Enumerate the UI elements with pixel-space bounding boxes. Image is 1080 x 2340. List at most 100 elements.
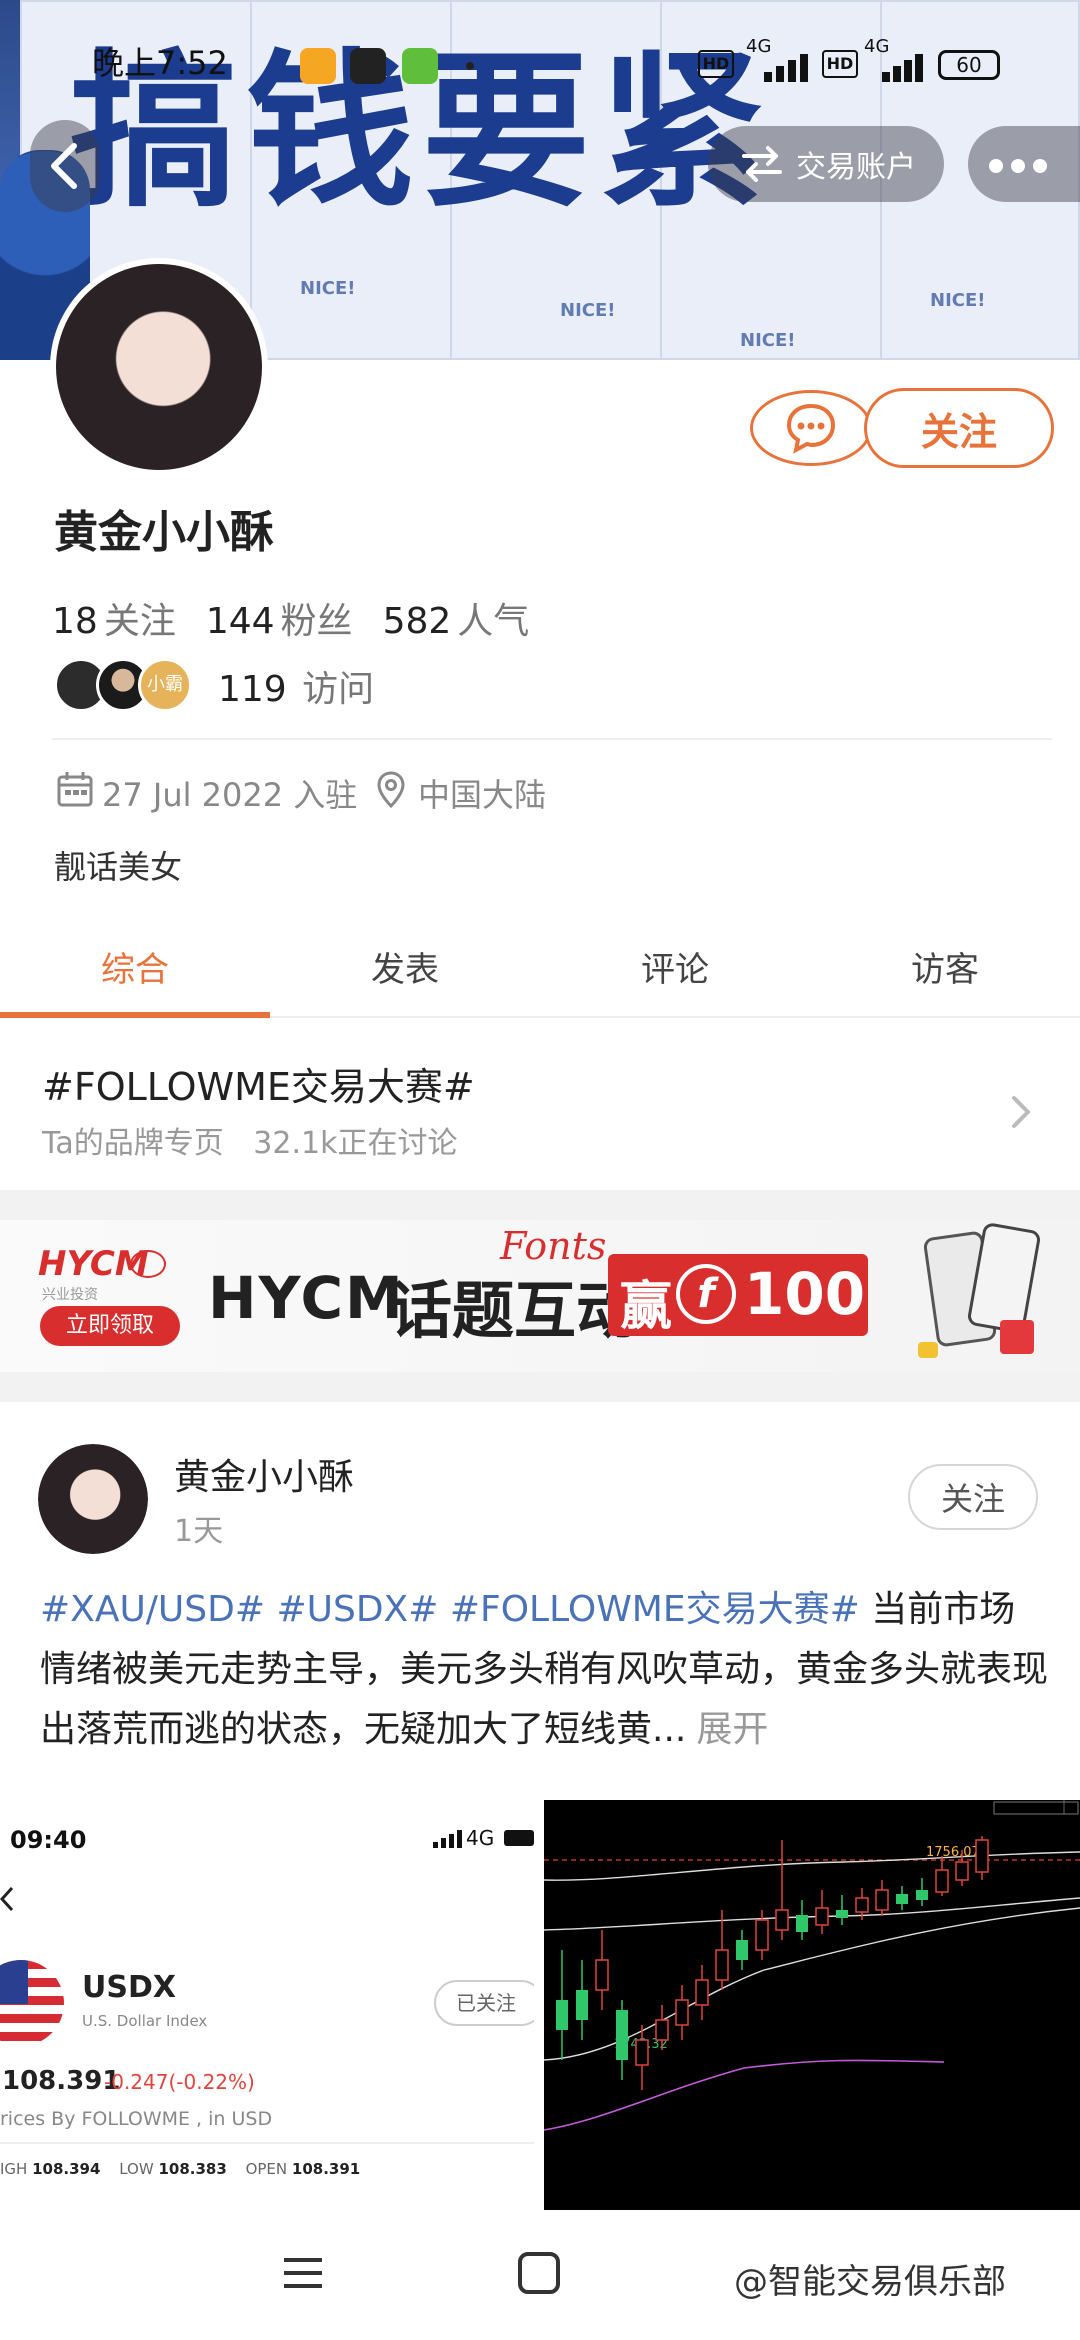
ad-win-text: 赢: [620, 1277, 673, 1337]
img-symbol-name: U.S. Dollar Index: [82, 2012, 208, 2030]
post-body[interactable]: #XAU/USD# #USDX# #FOLLOWME交易大赛# 当前市场情绪被美…: [40, 1580, 1050, 1760]
candle-body: [796, 1915, 808, 1932]
followers-label[interactable]: 粉丝: [281, 592, 353, 644]
gift-icon: [918, 1342, 938, 1358]
candle-body: [576, 1990, 588, 2020]
bio: 靓话美女: [54, 848, 183, 886]
visits-row[interactable]: 119 访问: [218, 660, 374, 712]
following-label[interactable]: 关注: [104, 592, 176, 644]
hd-icon: HD: [822, 50, 858, 78]
section-spacer: [0, 1372, 1080, 1402]
candle-body: [755, 1919, 769, 1951]
candle-body: [695, 1979, 709, 2006]
upper-band: [544, 1851, 1080, 1881]
candle-body: [955, 1861, 969, 1881]
expand-link[interactable]: 展开: [696, 1709, 768, 1750]
post-follow-button[interactable]: 关注: [908, 1464, 1038, 1530]
topic-title: #FOLLOWME交易大赛#: [42, 1065, 475, 1109]
more-notifications-dot: [466, 62, 474, 70]
follow-button[interactable]: 关注: [864, 388, 1054, 468]
visitor-avatar[interactable]: 小霸: [138, 658, 192, 712]
candle-body: [635, 2039, 649, 2066]
poster-text: NICE!: [560, 300, 616, 321]
high-label: 1756.07: [926, 1845, 980, 1860]
popularity-count: 582: [382, 601, 452, 642]
img-high: 108.394: [32, 2160, 101, 2178]
candle-body: [556, 2000, 568, 2030]
candle-body: [975, 1839, 989, 1873]
signal-icon: [880, 52, 926, 82]
candle-body: [916, 1890, 928, 1900]
ad-amount: 100: [744, 1260, 866, 1328]
more-icon: [989, 159, 1047, 173]
tab-indicator: [0, 1012, 270, 1018]
tab-posts[interactable]: 发表: [270, 942, 540, 991]
popularity-label: 人气: [457, 601, 530, 642]
app-notification-icon: [350, 48, 386, 84]
candle-body: [836, 1910, 848, 1918]
chevron-left-icon: [51, 143, 77, 189]
visits-label: 访问: [302, 669, 375, 710]
joined-date: 27 Jul 2022 入驻: [102, 776, 358, 814]
post-time: 1天: [174, 1514, 224, 1549]
tab-overview[interactable]: 综合: [0, 942, 270, 991]
candle-body: [775, 1909, 789, 1931]
img-network: 4G: [466, 1826, 495, 1850]
candle-body: [616, 2010, 628, 2060]
candle-body: [815, 1907, 829, 1926]
ad-headline-topic: 话题互动: [390, 1274, 639, 1347]
post-image-usdx[interactable]: 09:40 4G USDX U.S. Dollar Index 已关注 108.…: [0, 1800, 538, 2210]
avatar-photo: [56, 264, 262, 470]
candle-body: [715, 1949, 729, 1981]
tab-comments[interactable]: 评论: [540, 942, 810, 991]
trading-account-button[interactable]: 交易账户: [708, 126, 944, 202]
avatar[interactable]: [50, 258, 268, 476]
location-pin-icon: [376, 770, 406, 810]
profile-stats: 18 关注 144 粉丝 582 人气: [52, 592, 529, 644]
candle-body: [855, 1897, 869, 1913]
coin-icon: f: [676, 1264, 736, 1324]
section-spacer: [0, 1190, 1080, 1220]
post-author-avatar[interactable]: [38, 1444, 148, 1554]
chat-bubble-icon: [786, 403, 836, 454]
back-button[interactable]: [30, 120, 100, 212]
img-price: 108.391: [2, 2066, 121, 2096]
topic-row[interactable]: #FOLLOWME交易大赛# Ta的品牌专页 32.1k正在讨论: [0, 1020, 1080, 1190]
message-notification-icon: [300, 48, 336, 84]
img-low-label: LOW: [119, 2160, 154, 2178]
post-image-gold-chart[interactable]: 1756.07 1742.32: [544, 1800, 1080, 2210]
swap-arrows-icon: [742, 146, 782, 182]
img-battery-icon: [504, 1830, 534, 1846]
followers-count[interactable]: 144: [206, 601, 275, 642]
menu-button[interactable]: [280, 2250, 326, 2296]
poster-text: NICE!: [930, 290, 986, 311]
candlestick-chart: 1756.07 1742.32: [544, 1800, 1080, 2131]
candle-body: [675, 1999, 689, 2026]
img-ohl-row: IGH 108.394 LOW 108.383 OPEN 108.391: [0, 2160, 360, 2178]
post-author-name[interactable]: 黄金小小酥: [174, 1448, 354, 1500]
menu-icon: [284, 2258, 322, 2288]
divider: [52, 738, 1052, 740]
battery-indicator: 60: [938, 50, 1000, 80]
topic-subtitle: Ta的品牌专页 32.1k正在讨论: [42, 1118, 457, 1162]
message-button[interactable]: [750, 390, 872, 466]
img-back-icon: [0, 1886, 14, 1912]
img-open: 108.391: [291, 2160, 361, 2178]
candle-body: [655, 2019, 669, 2041]
img-status-time: 09:40: [10, 1826, 87, 1854]
ad-brand-small: 兴业投资: [42, 1287, 98, 1303]
tab-visitors[interactable]: 访客: [810, 942, 1080, 991]
more-button[interactable]: [968, 126, 1080, 202]
home-button[interactable]: [518, 2252, 560, 2294]
promo-banner[interactable]: HYCM 兴业投资 立即领取 HYCM 话题互动 Fonts 赢 f 100: [0, 1220, 1080, 1372]
wechat-notification-icon: [402, 48, 438, 84]
post-tags[interactable]: #XAU/USD# #USDX# #FOLLOWME交易大赛#: [40, 1589, 860, 1630]
following-count[interactable]: 18: [52, 601, 98, 642]
profile-name: 黄金小小酥: [54, 507, 274, 558]
us-flag-icon: [0, 1960, 64, 2046]
ad-headline-brand: HYCM: [208, 1264, 405, 1332]
topic-brand-page: Ta的品牌专页: [42, 1126, 224, 1161]
img-open-label: OPEN: [245, 2160, 288, 2178]
claim-button[interactable]: 立即领取: [40, 1306, 180, 1346]
candle-body: [896, 1894, 908, 1904]
